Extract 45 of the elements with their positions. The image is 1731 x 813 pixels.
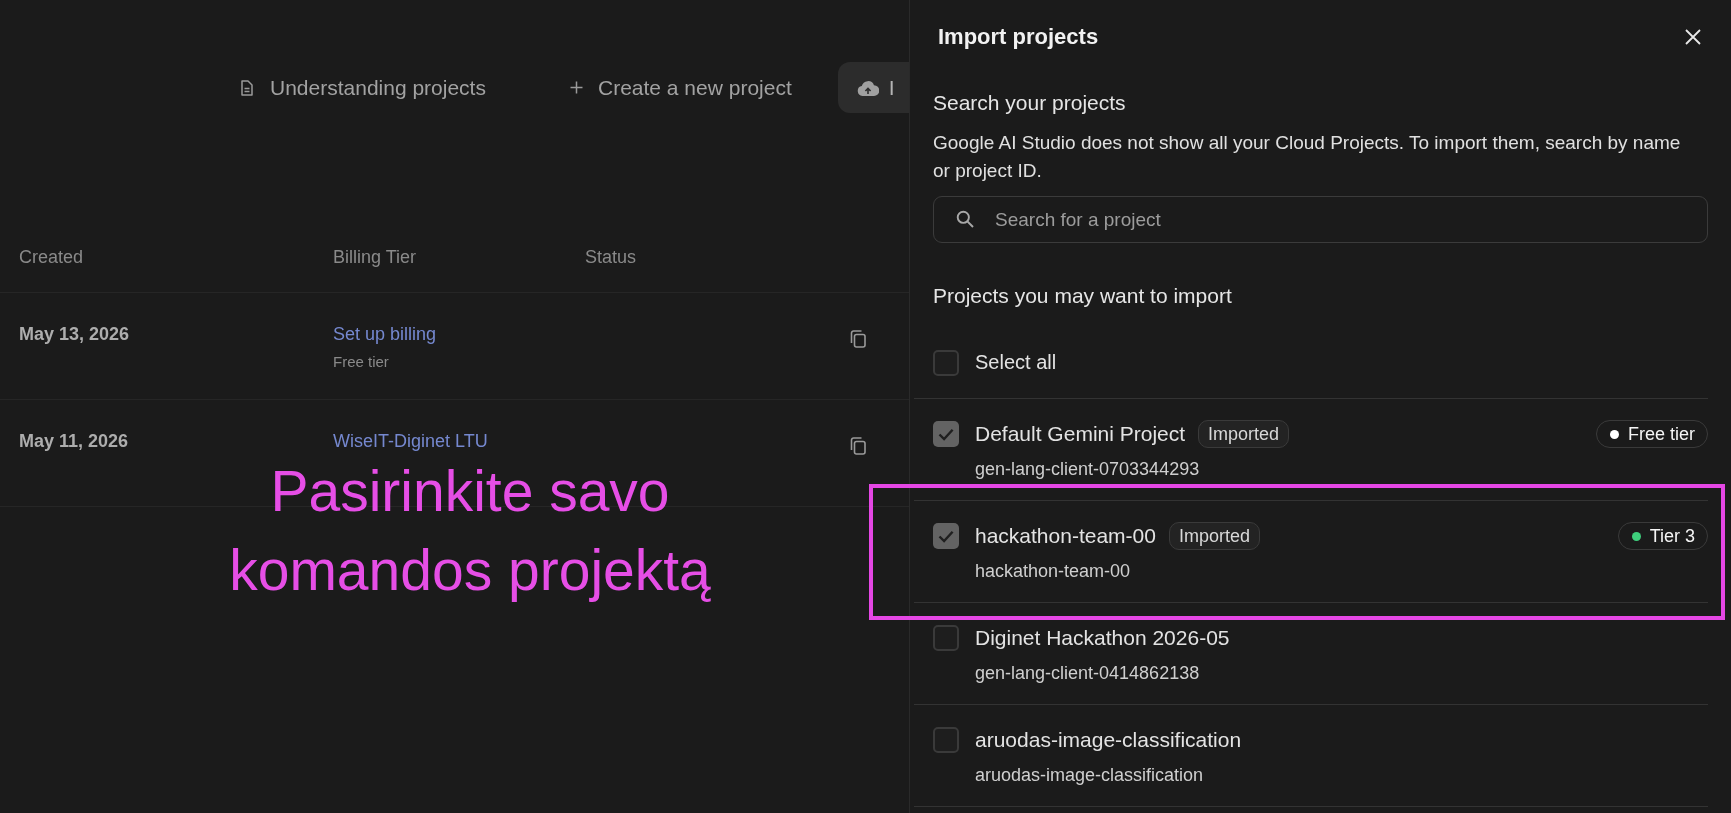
- project-id: gen-lang-client-0414862138: [975, 662, 1200, 685]
- project-id: gen-lang-client-0703344293: [975, 458, 1200, 481]
- search-field[interactable]: Search for a project: [933, 196, 1708, 243]
- check-icon: [938, 427, 954, 441]
- status-badge: Imported: [1198, 420, 1290, 448]
- column-header: Status: [585, 245, 637, 268]
- project-name: Diginet Hackathon 2026-05: [975, 626, 1230, 650]
- document-icon: [241, 79, 253, 96]
- checkbox[interactable]: [933, 625, 959, 651]
- check-icon: [938, 529, 954, 543]
- table-cell: May 13, 2026: [19, 324, 130, 344]
- search-icon: [956, 210, 974, 228]
- project-name: hackathon-team-00: [975, 524, 1156, 548]
- checkbox[interactable]: [933, 349, 959, 376]
- column-header: Created: [19, 245, 84, 268]
- checkbox-label: Select all: [975, 351, 1057, 374]
- copy-icon[interactable]: [850, 330, 866, 348]
- description-text: Google AI Studio does not show all your Cloud Projects. To import them, search by name or project ID.: [933, 131, 1682, 183]
- checkbox[interactable]: [933, 421, 959, 447]
- project-name: Default Gemini Project: [975, 422, 1186, 446]
- close-button[interactable]: [1685, 29, 1701, 45]
- annotation-text: Pasirinkite savo komandos projektą: [228, 458, 712, 604]
- section-heading: Search your projects: [933, 90, 1126, 116]
- plus-icon: [569, 81, 583, 94]
- tier-label: Tier 3: [1649, 525, 1695, 547]
- billing-link[interactable]: WiseIT-Diginet LTU: [333, 431, 488, 451]
- billing-link[interactable]: Set up billing: [333, 324, 437, 344]
- toolbar-button[interactable]: I: [837, 62, 909, 113]
- copy-icon[interactable]: [850, 437, 866, 455]
- checkbox[interactable]: [933, 523, 959, 549]
- tier-label: Free tier: [1627, 423, 1695, 445]
- table-cell: Free tier: [333, 353, 389, 371]
- panel-title: Import projects: [938, 23, 1099, 51]
- project-name: aruodas-image-classification: [975, 728, 1242, 752]
- close-icon: [1685, 29, 1701, 45]
- project-id: hackathon-team-00: [975, 560, 1131, 583]
- status-badge: Imported: [1168, 522, 1260, 550]
- checkbox[interactable]: [933, 727, 959, 753]
- column-header: Billing Tier: [333, 245, 417, 268]
- toolbar-link[interactable]: Create a new project: [569, 75, 792, 100]
- cloud-upload-icon: [856, 79, 879, 96]
- table-cell: May 11, 2026: [19, 431, 129, 451]
- project-id: aruodas-image-classification: [975, 764, 1204, 787]
- toolbar-link[interactable]: Understanding projects: [241, 75, 486, 100]
- section-heading: Projects you may want to import: [933, 283, 1232, 309]
